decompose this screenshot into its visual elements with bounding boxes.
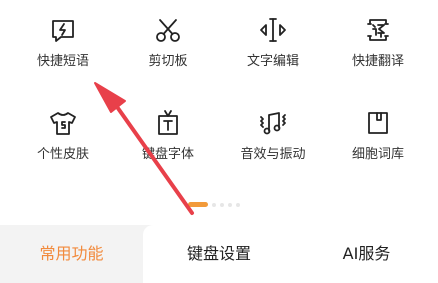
keyboard-feature-panel: 快捷短语 剪切板 文字编辑 快捷翻译 个性皮肤 键盘字体 音效与振动 细胞词库 … xyxy=(0,0,438,283)
feature-text-edit[interactable]: 文字编辑 xyxy=(218,10,328,71)
page-dot xyxy=(220,203,224,207)
feature-label: 快捷翻译 xyxy=(351,54,404,69)
feature-cell-dictionary[interactable]: 细胞词库 xyxy=(323,103,433,164)
dictionary-icon xyxy=(358,103,398,143)
feature-skin[interactable]: 个性皮肤 xyxy=(8,103,118,164)
feature-label: 细胞词库 xyxy=(351,147,404,162)
tab-ai-services[interactable]: AI服务 xyxy=(295,225,438,283)
feature-quick-translate[interactable]: 快捷翻译 xyxy=(323,10,433,71)
page-dot xyxy=(212,203,216,207)
page-indicator xyxy=(186,201,256,209)
tab-common-functions[interactable]: 常用功能 xyxy=(0,225,143,283)
font-icon xyxy=(148,103,188,143)
feature-clipboard[interactable]: 剪切板 xyxy=(113,10,223,71)
feature-label: 文字编辑 xyxy=(246,54,299,69)
quick-phrase-icon xyxy=(43,10,83,50)
page-dot xyxy=(236,203,240,207)
tab-keyboard-settings[interactable]: 键盘设置 xyxy=(143,225,295,283)
tshirt-icon xyxy=(43,103,83,143)
feature-label: 剪切板 xyxy=(148,54,188,69)
feature-keyboard-font[interactable]: 键盘字体 xyxy=(113,103,223,164)
music-vibration-icon xyxy=(253,103,293,143)
bottom-tab-bar: 常用功能 键盘设置 AI服务 xyxy=(0,225,438,283)
translate-icon xyxy=(358,10,398,50)
page-dot-active xyxy=(188,202,208,207)
page-dot xyxy=(228,203,232,207)
feature-label: 键盘字体 xyxy=(141,147,194,162)
feature-quick-phrase[interactable]: 快捷短语 xyxy=(8,10,118,71)
feature-label: 音效与振动 xyxy=(240,147,306,162)
text-edit-icon xyxy=(253,10,293,50)
feature-label: 快捷短语 xyxy=(36,54,89,69)
feature-grid: 快捷短语 剪切板 文字编辑 快捷翻译 个性皮肤 键盘字体 音效与振动 细胞词库 xyxy=(0,0,438,200)
feature-sound-vibration[interactable]: 音效与振动 xyxy=(218,103,328,164)
scissors-icon xyxy=(148,10,188,50)
feature-label: 个性皮肤 xyxy=(36,147,89,162)
